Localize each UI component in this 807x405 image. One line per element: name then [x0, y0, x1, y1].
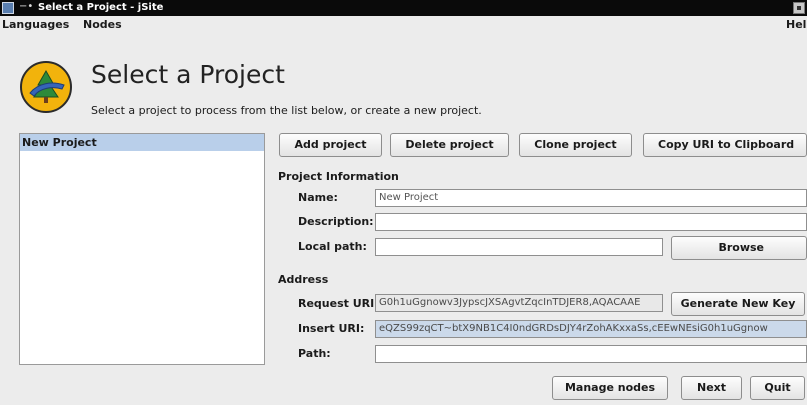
copy-uri-button[interactable]: Copy URI to Clipboard: [643, 133, 807, 157]
quit-button[interactable]: Quit: [750, 376, 805, 400]
local-path-field[interactable]: [375, 238, 663, 256]
description-field[interactable]: [375, 213, 807, 231]
clone-project-button[interactable]: Clone project: [519, 133, 632, 157]
generate-new-key-button[interactable]: Generate New Key: [671, 292, 805, 316]
next-button[interactable]: Next: [681, 376, 742, 400]
path-label: Path:: [298, 347, 331, 360]
title-bar: −• Select a Project - jSite: [0, 0, 807, 16]
project-information-heading: Project Information: [278, 170, 399, 183]
name-field[interactable]: New Project: [375, 189, 807, 207]
menu-nodes[interactable]: Nodes: [83, 18, 122, 31]
project-list[interactable]: New Project: [19, 133, 265, 365]
insert-uri-label: Insert URI:: [298, 322, 365, 335]
add-project-button[interactable]: Add project: [279, 133, 382, 157]
window-title: Select a Project - jSite: [38, 2, 164, 13]
local-path-label: Local path:: [298, 240, 367, 253]
insert-uri-field[interactable]: eQZS99zqCT~btX9NB1C4I0ndGRDsDJY4rZohAKxx…: [375, 320, 807, 338]
browse-button[interactable]: Browse: [671, 236, 807, 260]
page-title: Select a Project: [91, 60, 285, 89]
path-field[interactable]: [375, 345, 807, 363]
address-heading: Address: [278, 273, 329, 286]
name-label: Name:: [298, 191, 338, 204]
request-uri-field[interactable]: G0h1uGgnowv3JypscJXSAgvtZqcInTDJER8,AQAC…: [375, 294, 663, 312]
manage-nodes-button[interactable]: Manage nodes: [552, 376, 668, 400]
list-item[interactable]: New Project: [20, 134, 264, 151]
description-label: Description:: [298, 215, 374, 228]
request-uri-label: Request URI:: [298, 297, 379, 310]
menu-languages[interactable]: Languages: [2, 18, 69, 31]
window-control-icon[interactable]: [793, 2, 805, 14]
delete-project-button[interactable]: Delete project: [390, 133, 509, 157]
page-subtitle: Select a project to process from the lis…: [91, 104, 482, 117]
app-icon[interactable]: [2, 2, 14, 14]
menu-help[interactable]: Hel: [786, 18, 806, 31]
menu-bar: Languages Nodes Hel: [0, 16, 807, 34]
jsite-logo-icon: [20, 61, 72, 113]
window-menu-icon[interactable]: −•: [19, 1, 33, 12]
